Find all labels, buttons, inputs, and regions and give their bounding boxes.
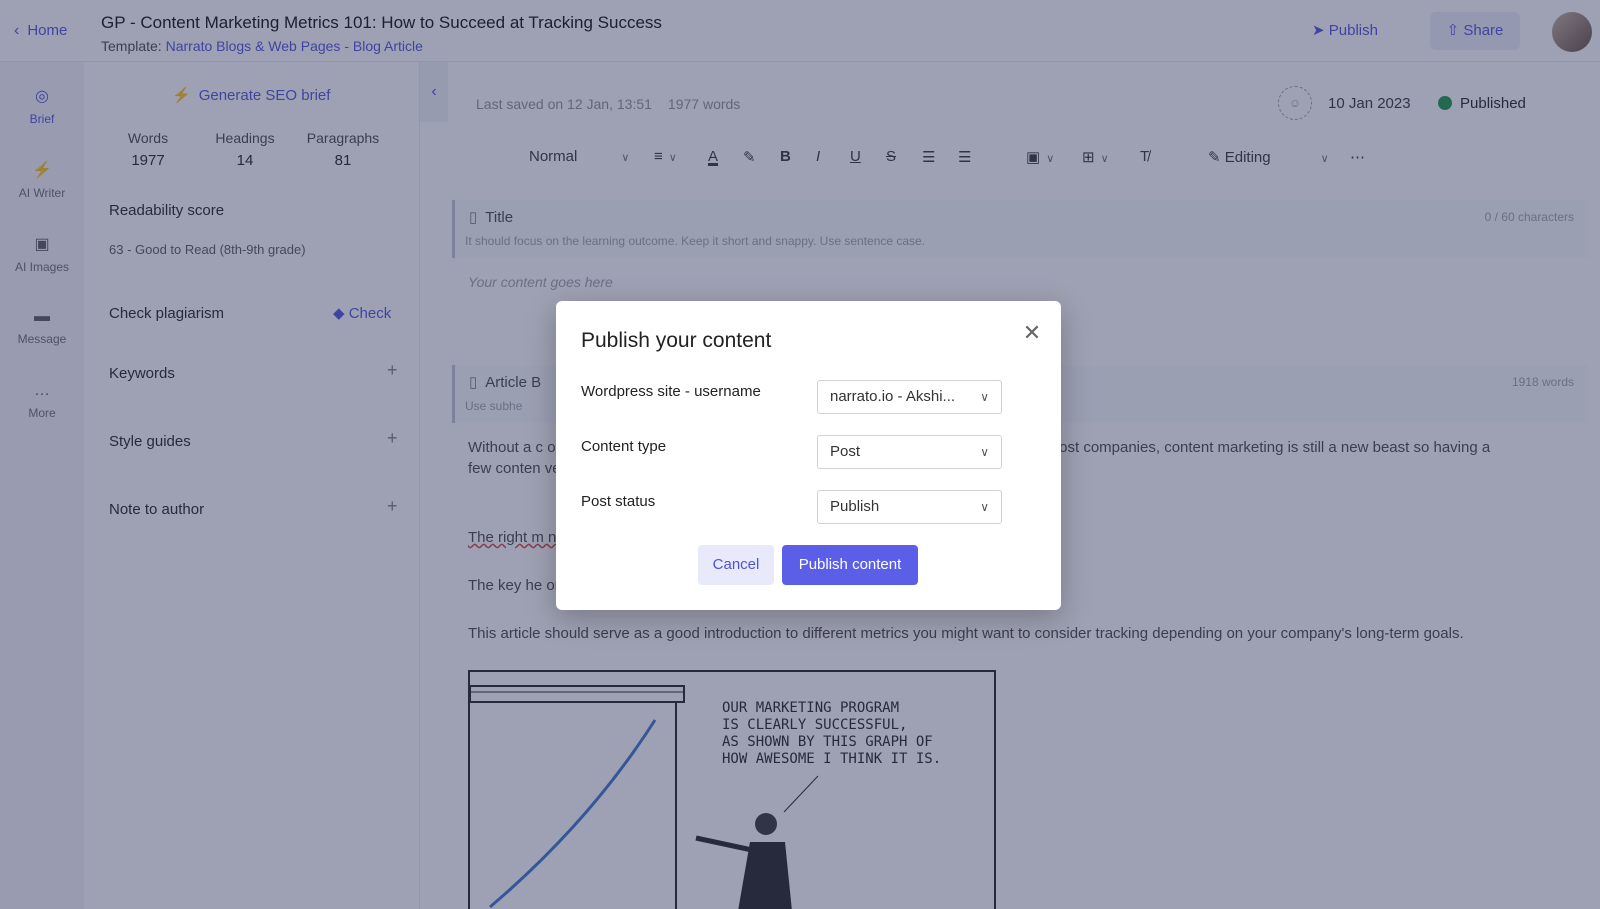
chevron-down-icon: ∨ — [980, 390, 989, 404]
content-type-select[interactable]: Post ∨ — [817, 435, 1002, 469]
publish-content-button[interactable]: Publish content — [782, 545, 918, 585]
cancel-button[interactable]: Cancel — [698, 545, 774, 585]
wordpress-site-value: narrato.io - Akshi... — [830, 388, 956, 405]
wordpress-site-select[interactable]: narrato.io - Akshi... ∨ — [817, 380, 1002, 414]
content-type-label: Content type — [581, 438, 667, 455]
publish-modal: Publish your content ✕ Wordpress site - … — [556, 301, 1061, 610]
chevron-down-icon: ∨ — [980, 500, 989, 514]
post-status-select[interactable]: Publish ∨ — [817, 490, 1002, 524]
modal-title: Publish your content — [581, 329, 772, 352]
post-status-label: Post status — [581, 493, 656, 510]
wordpress-site-label: Wordpress site - username — [581, 383, 761, 400]
chevron-down-icon: ∨ — [980, 445, 989, 459]
content-type-value: Post — [830, 443, 861, 460]
close-icon[interactable]: ✕ — [1018, 319, 1046, 347]
post-status-value: Publish — [830, 498, 880, 515]
